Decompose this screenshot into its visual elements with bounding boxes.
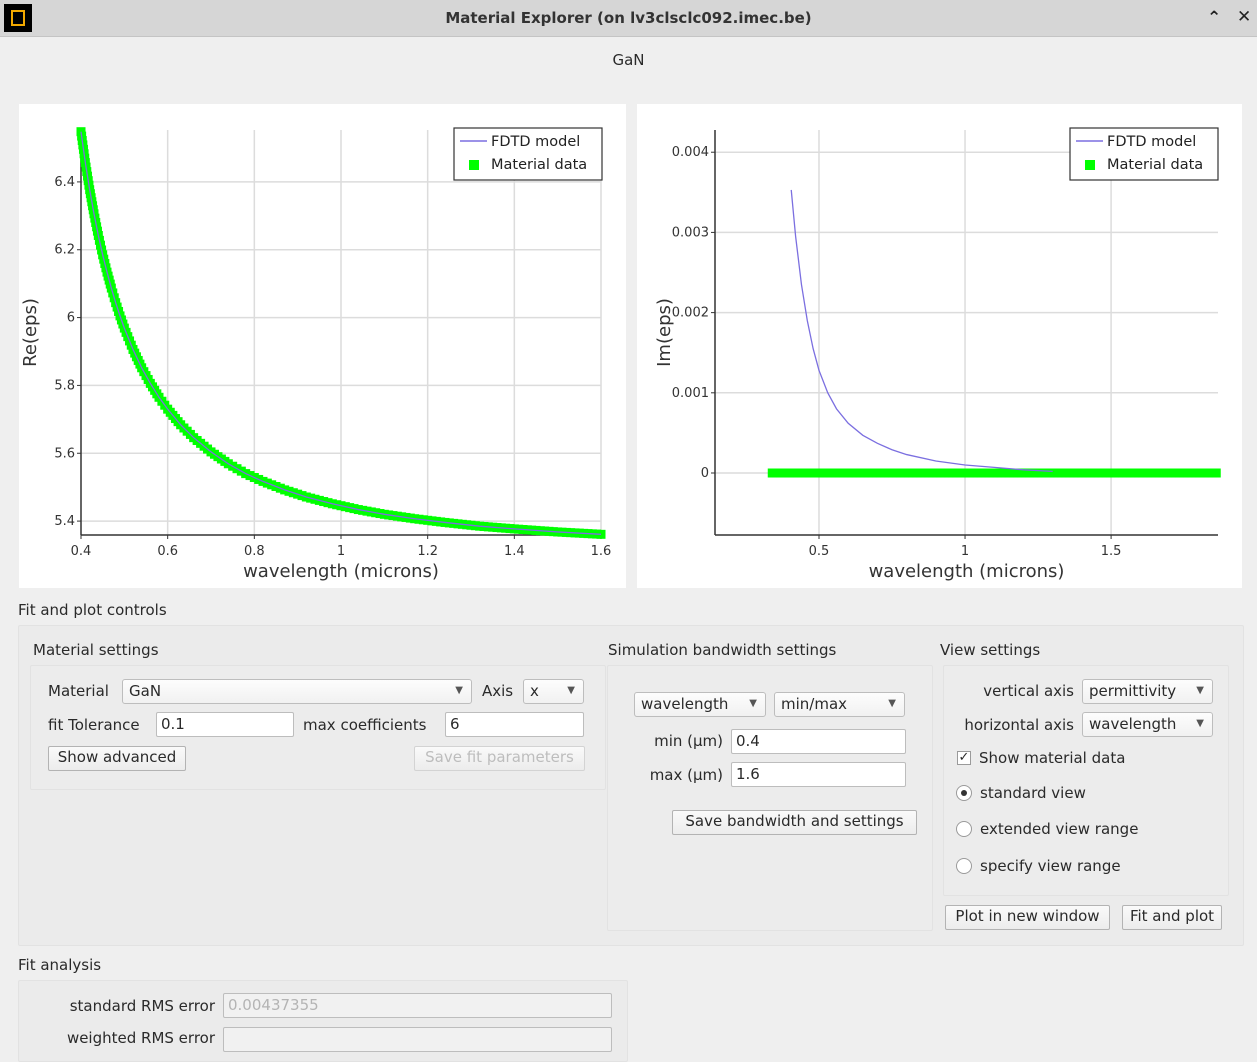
plot-new-window-button[interactable]: Plot in new window xyxy=(945,905,1110,930)
y-tick-label: 5.4 xyxy=(54,514,75,529)
show-material-data-label: Show material data xyxy=(979,749,1126,767)
material-label: Material xyxy=(48,682,109,700)
plot-title: GaN xyxy=(612,51,645,69)
re-eps-chart-panel: 0.4 0.6 0.8 1 1.2 1.4 1.6 5.4 5.6 5.8 6 6.2 6.4 wavel… xyxy=(19,104,626,588)
standard-view-radio[interactable] xyxy=(956,785,972,801)
axis-select[interactable]: x ▼ xyxy=(523,679,584,704)
min-wavelength-label: min (µm) xyxy=(654,732,723,750)
dropdown-arrow-icon: ▼ xyxy=(1196,718,1204,729)
bandwidth-mode-select[interactable]: min/max ▼ xyxy=(774,692,905,717)
max-wavelength-label: max (µm) xyxy=(649,766,723,784)
x-tick-label: 0.4 xyxy=(71,544,92,559)
fit-and-plot-button[interactable]: Fit and plot xyxy=(1122,905,1222,930)
extended-view-radio[interactable] xyxy=(956,821,972,837)
x-tick-label: 0.8 xyxy=(244,544,265,559)
y-tick-label: 5.6 xyxy=(54,446,75,461)
x-tick-label: 1.4 xyxy=(504,544,525,559)
horizontal-axis-select[interactable]: wavelength ▼ xyxy=(1082,712,1213,737)
show-material-data-checkbox[interactable]: ✓ xyxy=(957,751,971,765)
fit-tolerance-input[interactable]: 0.1 xyxy=(156,712,294,737)
vertical-axis-select[interactable]: permittivity ▼ xyxy=(1082,679,1213,704)
vertical-axis-label: vertical axis xyxy=(983,682,1074,700)
axis-label: Axis xyxy=(482,682,514,700)
standard-view-label: standard view xyxy=(980,784,1086,802)
max-coefficients-input[interactable]: 6 xyxy=(445,712,584,737)
legend-label: FDTD model xyxy=(491,134,580,150)
min-wavelength-input[interactable]: 0.4 xyxy=(731,729,906,754)
material-select[interactable]: GaN ▼ xyxy=(122,679,472,704)
bandwidth-settings-title: Simulation bandwidth settings xyxy=(608,641,837,659)
show-advanced-button[interactable]: Show advanced xyxy=(48,746,186,771)
y-tick-label: 0.002 xyxy=(672,306,709,321)
horizontal-axis-label: horizontal axis xyxy=(964,716,1074,734)
x-tick-label: 1 xyxy=(961,544,969,559)
y-tick-label: 0 xyxy=(701,466,709,481)
horizontal-axis-value: wavelength xyxy=(1089,715,1177,733)
axis-select-value: x xyxy=(530,682,539,700)
fit-plot-controls-title: Fit and plot controls xyxy=(18,601,167,619)
chevron-up-icon[interactable]: ⌃ xyxy=(1207,8,1221,28)
x-tick-label: 1 xyxy=(337,544,345,559)
material-select-value: GaN xyxy=(129,682,162,700)
standard-rms-field: 0.00437355 xyxy=(223,993,612,1018)
view-settings-title: View settings xyxy=(940,641,1041,659)
max-wavelength-input[interactable]: 1.6 xyxy=(731,762,906,787)
standard-rms-label: standard RMS error xyxy=(69,997,215,1015)
specify-view-radio[interactable] xyxy=(956,858,972,874)
im-eps-chart-panel: 0.5 1 1.5 0 0.001 0.002 0.003 0.004 wavelength (… xyxy=(637,104,1242,588)
y-tick-label: 6.2 xyxy=(54,243,75,258)
bandwidth-unit-select[interactable]: wavelength ▼ xyxy=(634,692,766,717)
dropdown-arrow-icon: ▼ xyxy=(1196,685,1204,696)
dropdown-arrow-icon: ▼ xyxy=(888,698,896,709)
y-tick-label: 0.001 xyxy=(672,386,709,401)
close-icon[interactable]: ✕ xyxy=(1237,7,1251,27)
x-axis-label: wavelength (microns) xyxy=(869,561,1065,582)
extended-view-label: extended view range xyxy=(980,820,1139,838)
x-tick-label: 0.6 xyxy=(157,544,178,559)
y-tick-label: 0.004 xyxy=(672,145,709,160)
y-tick-label: 0.003 xyxy=(672,225,709,240)
save-fit-parameters-button[interactable]: Save fit parameters xyxy=(414,746,585,771)
vertical-axis-value: permittivity xyxy=(1089,682,1177,700)
legend-label: Material data xyxy=(491,157,587,173)
legend-marker-icon xyxy=(1085,160,1095,170)
dropdown-arrow-icon: ▼ xyxy=(455,685,463,696)
y-tick-label: 6 xyxy=(67,311,75,326)
bandwidth-mode-value: min/max xyxy=(781,695,848,713)
im-eps-chart: 0.5 1 1.5 0 0.001 0.002 0.003 0.004 wavelength (… xyxy=(654,127,1221,582)
x-tick-label: 1.2 xyxy=(417,544,438,559)
x-tick-label: 1.5 xyxy=(1101,544,1122,559)
specify-view-label: specify view range xyxy=(980,857,1121,875)
bandwidth-unit-value: wavelength xyxy=(641,695,729,713)
x-axis-label: wavelength (microns) xyxy=(243,561,439,582)
material-data-marker xyxy=(1211,468,1221,478)
fit-tolerance-label: fit Tolerance xyxy=(48,716,140,734)
weighted-rms-label: weighted RMS error xyxy=(66,1029,215,1047)
title-bar: Material Explorer (on lv3clsclc092.imec.… xyxy=(0,0,1257,37)
y-axis-label: Im(eps) xyxy=(654,298,675,367)
dropdown-arrow-icon: ▼ xyxy=(749,698,757,709)
y-axis-label: Re(eps) xyxy=(20,298,41,367)
window-title: Material Explorer (on lv3clsclc092.imec.… xyxy=(445,9,812,27)
save-bandwidth-button[interactable]: Save bandwidth and settings xyxy=(672,810,917,835)
material-settings-title: Material settings xyxy=(33,641,159,659)
legend-label: Material data xyxy=(1107,157,1203,173)
max-coefficients-label: max coefficients xyxy=(303,716,427,734)
dropdown-arrow-icon: ▼ xyxy=(567,685,575,696)
x-tick-label: 0.5 xyxy=(809,544,830,559)
legend-label: FDTD model xyxy=(1107,134,1196,150)
legend-marker-icon xyxy=(469,160,479,170)
y-tick-label: 5.8 xyxy=(54,378,75,393)
x-tick-label: 1.6 xyxy=(591,544,612,559)
fit-analysis-title: Fit analysis xyxy=(18,956,102,974)
weighted-rms-field xyxy=(223,1027,612,1052)
y-tick-label: 6.4 xyxy=(54,175,75,190)
re-eps-chart: 0.4 0.6 0.8 1 1.2 1.4 1.6 5.4 5.6 5.8 6 6.2 6.4 wavel… xyxy=(20,127,612,582)
